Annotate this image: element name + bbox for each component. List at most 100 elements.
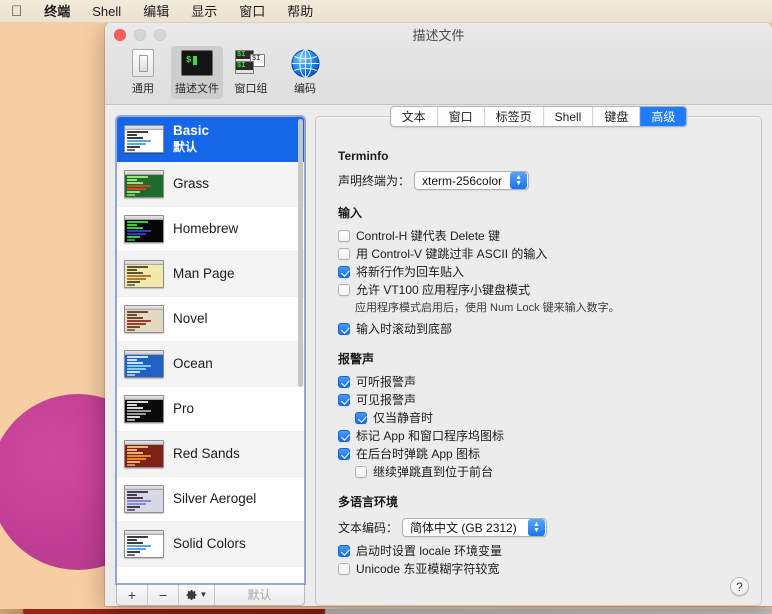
profile-name-block: Solid Colors (173, 536, 246, 551)
checkbox-option[interactable]: Unicode 东亚模糊字符较宽 (338, 562, 743, 576)
profiles-sidebar: Basic 默认 Grass Homebrew Man Page Novel Ocean Pr… (105, 105, 305, 606)
window-chrome: 描述文件 通用 $ 描述文件 $I $I $I 窗口组 编码 (105, 22, 772, 105)
title-bar[interactable]: 描述文件 (105, 22, 772, 46)
add-profile-button[interactable]: + (117, 584, 148, 605)
settings-tab-bar: 文本 窗口 标签页 Shell 键盘 高级 (389, 106, 688, 127)
toolbar-item-encodings[interactable]: 编码 (279, 46, 331, 99)
profile-list-item[interactable]: Solid Colors (117, 522, 304, 567)
screen-bottom-edge (0, 609, 772, 614)
profile-list-item[interactable]: Man Page (117, 252, 304, 297)
profile-thumbnail (124, 350, 164, 378)
checkbox-option[interactable]: 继续弹跳直到位于前台 (355, 465, 743, 479)
text-encoding-value: 简体中文 (GB 2312) (410, 521, 517, 535)
checkbox-label: Control-H 键代表 Delete 键 (356, 229, 501, 243)
set-default-profile-button[interactable]: 默认 (215, 584, 304, 605)
profile-name: Basic (173, 122, 210, 138)
checkbox-label: 标记 App 和窗口程序坞图标 (356, 429, 505, 443)
menu-item-help[interactable]: 帮助 (276, 0, 324, 23)
settings-tab[interactable]: 高级 (640, 107, 687, 126)
menu-bar:  终端 Shell 编辑 显示 窗口 帮助 (0, 0, 772, 23)
checkbox-option[interactable]: 仅当静音时 (355, 411, 743, 425)
terminal-type-select[interactable]: xterm-256color ▲ ▼ (414, 171, 530, 190)
text-encoding-row: 文本编码： 简体中文 (GB 2312) ▲ ▼ (338, 518, 743, 537)
window-title: 描述文件 (412, 28, 465, 43)
profile-thumbnail (124, 215, 164, 243)
profile-name-block: Silver Aerogel (173, 491, 256, 506)
chevron-updown-icon: ▲ ▼ (528, 519, 546, 536)
settings-content: 文本 窗口 标签页 Shell 键盘 高级 Terminfo 声明终端为： xterm-2… (305, 105, 772, 606)
profile-list-item[interactable]: Grass (117, 162, 304, 207)
checkbox-box (338, 266, 350, 278)
text-encoding-select[interactable]: 简体中文 (GB 2312) ▲ ▼ (402, 518, 548, 537)
profile-name-block: Novel (173, 311, 208, 326)
remove-profile-button[interactable]: − (148, 584, 179, 605)
toolbar-item-encodings-label: 编码 (294, 83, 316, 95)
profile-name: Red Sands (173, 446, 240, 462)
profile-name-block: Red Sands (173, 446, 240, 461)
checkbox-box (338, 376, 350, 388)
profile-name-block: Pro (173, 401, 194, 416)
settings-tab[interactable]: 键盘 (593, 107, 641, 126)
profiles-list-scrollbar[interactable] (298, 119, 303, 581)
terminal-type-value: xterm-256color (422, 173, 503, 188)
profile-list-item[interactable]: Red Sands (117, 432, 304, 477)
international-options: 启动时设置 locale 环境变量 Unicode 东亚模糊字符较宽 (338, 544, 743, 576)
help-button[interactable]: ? (730, 577, 749, 596)
toolbar: 通用 $ 描述文件 $I $I $I 窗口组 编码 (105, 46, 772, 104)
profile-name: Ocean (173, 356, 213, 372)
bell-group-title: 报警声 (338, 352, 375, 366)
profile-thumbnail (124, 125, 164, 153)
profile-list-item[interactable]: Pro (117, 387, 304, 432)
profile-name: Grass (173, 176, 210, 192)
toolbar-item-profiles[interactable]: $ 描述文件 (171, 46, 223, 99)
menu-item-view[interactable]: 显示 (180, 0, 228, 23)
international-group-title: 多语言环境 (338, 495, 399, 509)
profiles-preferences-window: 描述文件 通用 $ 描述文件 $I $I $I 窗口组 编码 Basic 默认 … (105, 22, 772, 606)
checkbox-option[interactable]: 用 Control-V 键跳过非 ASCII 的输入 (338, 247, 743, 261)
checkbox-option[interactable]: 在后台时弹跳 App 图标 (338, 447, 743, 461)
profile-thumbnail (124, 260, 164, 288)
scroll-to-bottom-checkbox[interactable]: 输入时滚动到底部 (338, 322, 743, 336)
checkbox-option[interactable]: 允许 VT100 应用程序小键盘模式 (338, 283, 743, 297)
profile-list-item[interactable]: Novel (117, 297, 304, 342)
checkbox-option[interactable]: 标记 App 和窗口程序坞图标 (338, 429, 743, 443)
settings-tab[interactable]: 窗口 (438, 107, 485, 126)
menu-item-terminal[interactable]: 终端 (33, 0, 81, 23)
checkbox-box (338, 248, 350, 260)
checkbox-box (355, 466, 367, 478)
profile-list-item[interactable]: Homebrew (117, 207, 304, 252)
checkbox-option[interactable]: 可听报警声 (338, 375, 743, 389)
scroll-to-bottom-checkbox-box (338, 323, 350, 335)
checkbox-option[interactable]: 将新行作为回车贴入 (338, 265, 743, 279)
terminfo-group-title: Terminfo (338, 149, 389, 163)
input-options: Control-H 键代表 Delete 键用 Control-V 键跳过非 A… (338, 229, 743, 297)
profiles-list[interactable]: Basic 默认 Grass Homebrew Man Page Novel Ocean Pr… (116, 116, 305, 584)
toolbar-item-general-label: 通用 (132, 83, 154, 95)
settings-tab[interactable]: 标签页 (485, 107, 544, 126)
desktop:  终端 Shell 编辑 显示 窗口 帮助 描述文件 (0, 0, 772, 614)
profile-name-block: Man Page (173, 266, 235, 281)
profile-default-badge: 默认 (173, 140, 198, 155)
checkbox-option[interactable]: 启动时设置 locale 环境变量 (338, 544, 743, 558)
bell-options: 可听报警声可见报警声仅当静音时标记 App 和窗口程序坞图标在后台时弹跳 App… (338, 375, 743, 479)
profile-name: Man Page (173, 266, 235, 282)
profile-list-item[interactable]: Basic 默认 (117, 117, 304, 162)
profile-actions-menu-button[interactable]: ▼ (179, 584, 215, 605)
apple-icon[interactable]:  (9, 4, 33, 19)
checkbox-option[interactable]: 可见报警声 (338, 393, 743, 407)
profile-name: Novel (173, 311, 208, 327)
checkbox-label: 继续弹跳直到位于前台 (373, 465, 494, 479)
toolbar-item-general[interactable]: 通用 (117, 46, 169, 99)
profile-name-block: Basic 默认 (173, 123, 209, 155)
settings-tab[interactable]: Shell (544, 107, 594, 126)
profile-name: Homebrew (173, 221, 239, 237)
menu-item-edit[interactable]: 编辑 (132, 0, 180, 23)
profile-list-item[interactable]: Silver Aerogel (117, 477, 304, 522)
toolbar-item-window-groups[interactable]: $I $I $I 窗口组 (225, 46, 277, 99)
menu-item-window[interactable]: 窗口 (228, 0, 276, 23)
menu-item-shell[interactable]: Shell (81, 0, 132, 23)
checkbox-option[interactable]: Control-H 键代表 Delete 键 (338, 229, 743, 243)
settings-tab[interactable]: 文本 (391, 107, 438, 126)
profile-name-block: Grass (173, 176, 209, 191)
profile-list-item[interactable]: Ocean (117, 342, 304, 387)
